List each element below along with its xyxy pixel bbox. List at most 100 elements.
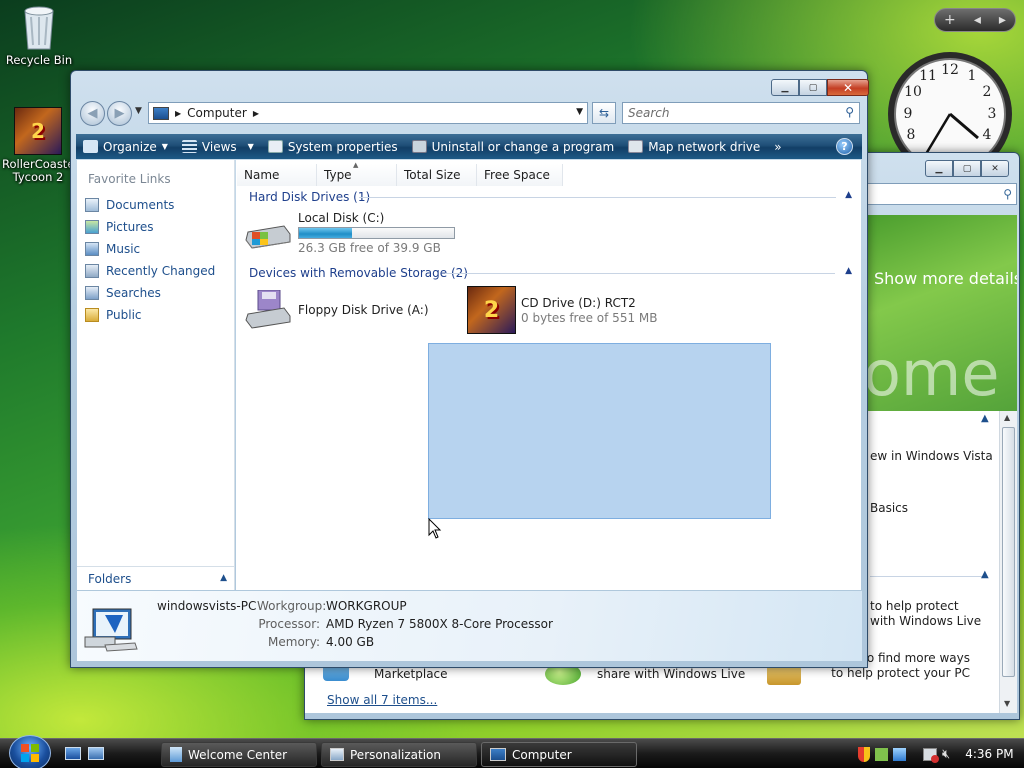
drive-free-space: 0 bytes free of 551 MB — [521, 311, 658, 325]
views-icon — [181, 140, 197, 153]
folders-bar[interactable]: Folders ▲ — [77, 566, 235, 590]
taskbar: Welcome Center Personalization Computer … — [0, 735, 1024, 768]
views-button[interactable]: Views ▼ — [175, 134, 261, 159]
column-header-free-space[interactable]: Free Space — [477, 164, 563, 186]
organize-button[interactable]: Organize ▼ — [76, 134, 175, 159]
capacity-bar-fill — [299, 228, 352, 238]
drive-cd[interactable]: 2 CD Drive (D:) RCT2 0 bytes free of 551… — [467, 286, 687, 334]
scrollbar-thumb[interactable] — [1002, 427, 1015, 677]
nav-item-documents[interactable]: Documents — [77, 194, 234, 216]
drive-floppy[interactable]: Floppy Disk Drive (A:) — [244, 289, 444, 332]
minimize-button[interactable]: ▁ — [771, 79, 799, 96]
drive-name: Local Disk (C:) — [298, 211, 385, 225]
drive-free-space: 26.3 GB free of 39.9 GB — [298, 241, 441, 255]
welcome-item[interactable]: ew in Windows Vista — [870, 449, 993, 463]
scroll-down-icon[interactable]: ▼ — [1004, 699, 1010, 708]
network-drive-icon — [628, 140, 644, 153]
quick-launch-switch-windows-icon[interactable] — [88, 747, 104, 760]
minimize-button[interactable]: ▁ — [925, 160, 953, 177]
taskbar-button-label: Computer — [512, 747, 572, 762]
map-network-drive-button[interactable]: Map network drive — [621, 134, 767, 159]
organize-label: Organize — [103, 139, 157, 154]
back-button[interactable]: ◀ — [80, 101, 105, 126]
breadcrumb-separator-icon[interactable]: ▶ — [253, 109, 259, 118]
group-header-removable[interactable]: Devices with Removable Storage (2) ▲ — [249, 265, 857, 281]
computer-icon — [490, 748, 506, 761]
public-folder-icon — [85, 308, 99, 322]
network-status-icon[interactable] — [875, 747, 888, 761]
column-header-total-size[interactable]: Total Size — [397, 164, 477, 186]
clock-time[interactable]: 4:36 PM — [965, 747, 1013, 761]
breadcrumb-computer[interactable]: Computer — [187, 106, 247, 120]
processor-label: Processor: — [258, 617, 320, 631]
scroll-up-icon[interactable]: ▲ — [1004, 413, 1010, 422]
search-box[interactable]: ⚲ — [865, 183, 1017, 205]
maximize-button[interactable]: ▢ — [953, 160, 981, 177]
uninstall-button[interactable]: Uninstall or change a program — [405, 134, 622, 159]
computer-icon — [153, 106, 169, 120]
welcome-item[interactable]: Basics — [870, 501, 908, 515]
svg-text:9: 9 — [904, 106, 913, 122]
taskbar-button-computer[interactable]: Computer — [481, 742, 637, 767]
group-header-hard-disk[interactable]: Hard Disk Drives (1) ▲ — [249, 189, 857, 205]
search-icon[interactable]: ⚲ — [845, 105, 854, 119]
system-properties-button[interactable]: System properties — [261, 134, 405, 159]
close-button[interactable]: ✕ — [827, 79, 869, 96]
svg-text:8: 8 — [907, 127, 916, 143]
taskbar-button-welcome-center[interactable]: Welcome Center — [161, 742, 317, 767]
collapse-icon[interactable]: ▲ — [845, 266, 852, 276]
maximize-button[interactable]: ▢ — [799, 79, 827, 96]
windows-update-icon[interactable] — [893, 747, 906, 761]
nav-item-pictures[interactable]: Pictures — [77, 216, 234, 238]
security-shield-icon[interactable] — [858, 746, 870, 762]
start-button[interactable] — [9, 735, 51, 768]
address-dropdown-icon[interactable]: ▼ — [576, 107, 583, 117]
drive-name: Floppy Disk Drive (A:) — [298, 303, 429, 317]
sort-arrow-icon: ▲ — [353, 161, 359, 169]
recycle-bin-icon — [19, 3, 59, 51]
column-header-name[interactable]: Name — [237, 164, 317, 186]
welcome-item[interactable]: to help protect with Windows Live — [870, 599, 981, 629]
forward-button[interactable]: ▶ — [107, 101, 132, 126]
personalization-icon — [330, 748, 344, 761]
nav-item-searches[interactable]: Searches — [77, 282, 234, 304]
recent-pages-dropdown-icon[interactable]: ▼ — [135, 106, 142, 116]
search-box[interactable]: Search ⚲ — [622, 102, 860, 124]
selection-rectangle — [428, 343, 771, 519]
help-icon[interactable]: ? — [836, 138, 853, 155]
nav-item-recently-changed[interactable]: Recently Changed — [77, 260, 234, 282]
close-button[interactable]: ✕ — [981, 160, 1009, 177]
show-more-details-link[interactable]: Show more details — [874, 269, 1017, 288]
show-all-link[interactable]: Show all 7 items... — [327, 693, 437, 707]
taskbar-button-personalization[interactable]: Personalization — [321, 742, 477, 767]
collapse-icon[interactable]: ▲ — [845, 190, 852, 200]
nav-item-public[interactable]: Public — [77, 304, 234, 326]
sidebar-prev-button[interactable]: ◂ — [974, 12, 981, 28]
clock-gadget[interactable]: 12 1 2 3 4 8 9 10 11 — [886, 50, 1014, 176]
svg-text:11: 11 — [919, 68, 937, 84]
breadcrumb-separator-icon[interactable]: ▶ — [175, 109, 181, 118]
desktop-icon-recycle-bin[interactable]: Recycle Bin — [3, 3, 75, 67]
drive-local-disk[interactable]: Local Disk (C:) 26.3 GB free of 39.9 GB — [244, 210, 464, 256]
more-commands-button[interactable]: » — [767, 134, 788, 159]
refresh-button[interactable]: ⇆ — [592, 102, 616, 124]
share-link[interactable]: share with Windows Live — [597, 667, 745, 681]
volume-muted-icon[interactable]: 🔇︎ — [942, 747, 950, 762]
sidebar-next-button[interactable]: ▸ — [999, 12, 1006, 28]
group-divider — [359, 197, 836, 198]
sidebar-add-button[interactable]: + — [944, 12, 956, 28]
svg-text:12: 12 — [941, 62, 959, 78]
nav-item-music[interactable]: Music — [77, 238, 234, 260]
workgroup-value: WORKGROUP — [326, 599, 407, 613]
quick-launch-show-desktop-icon[interactable] — [65, 747, 81, 760]
scrollbar[interactable]: ▲ ▼ — [999, 411, 1017, 713]
nav-item-label: Recently Changed — [106, 264, 216, 278]
collapse-icon[interactable]: ▲ — [981, 413, 989, 424]
marketplace-link[interactable]: Marketplace — [374, 667, 448, 681]
notification-area: 🔇︎ 4:36 PM — [852, 741, 1024, 767]
desktop-icon-rollercoaster-tycoon[interactable]: 2 RollerCoaster Tycoon 2 — [2, 107, 79, 184]
network-disconnected-icon[interactable] — [923, 747, 939, 763]
details-pane: windowsvists-PC Workgroup: WORKGROUP Pro… — [77, 591, 862, 661]
address-bar[interactable]: ▶ Computer ▶ ▼ — [148, 102, 588, 124]
collapse-icon[interactable]: ▲ — [981, 569, 989, 580]
